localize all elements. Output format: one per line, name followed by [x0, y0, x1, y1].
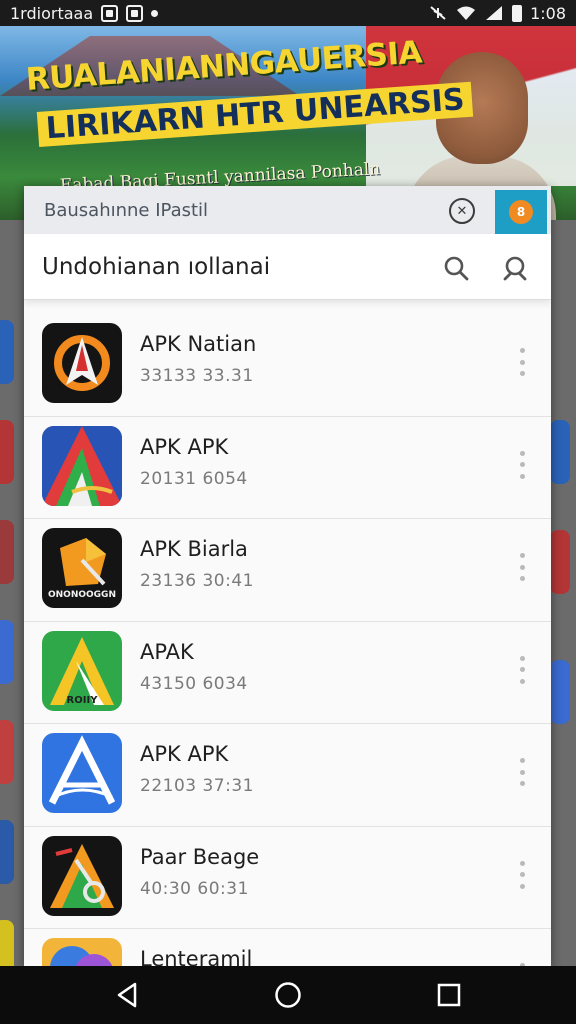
- background-tile: [0, 520, 14, 584]
- wifi-icon: [457, 6, 476, 20]
- app-icon: [42, 323, 122, 403]
- navigation-bar: [0, 966, 576, 1024]
- more-vert-icon[interactable]: [520, 758, 526, 786]
- app-meta: 22103 37:31: [140, 776, 254, 796]
- badge-icon: 8: [509, 200, 533, 224]
- app-meta: 23136 30:41: [140, 571, 254, 591]
- app-meta: 43150 6034: [140, 673, 248, 694]
- list-item[interactable]: Lenteramil: [24, 929, 551, 966]
- signal-icon: [486, 6, 503, 20]
- status-time: 1:08: [530, 3, 566, 23]
- notification-icon: [101, 4, 119, 22]
- app-meta: 40:30 60:31: [140, 878, 249, 899]
- app-list-sheet: Bausahınne IPastil ✕ 8 Undohianan ıollan…: [24, 186, 551, 966]
- list-item[interactable]: Paar Beage 40:30 60:31: [24, 827, 551, 929]
- sheet-top-label: Bausahınne IPastil: [44, 199, 209, 221]
- battery-icon: [512, 4, 523, 22]
- compass-logo-icon: [54, 335, 110, 391]
- app-icon: [42, 835, 122, 916]
- home-circle-icon[interactable]: [273, 980, 303, 1010]
- app-meta: 33133 33.31: [140, 366, 254, 386]
- mute-icon: [430, 6, 446, 20]
- list-item[interactable]: APK APK 22103 37:31: [24, 724, 551, 827]
- a-letter-logo-icon: [48, 735, 116, 805]
- background-tile: [0, 320, 14, 384]
- app-icon: ROIIY: [42, 630, 122, 711]
- app-icon: [42, 425, 122, 506]
- status-app-label: 1rdiortaaa: [10, 3, 94, 23]
- status-left: 1rdiortaaa: [10, 3, 159, 23]
- back-triangle-icon[interactable]: [112, 980, 142, 1010]
- app-meta: 20131 6054: [140, 468, 248, 489]
- list-item[interactable]: ROIIY APAK 43150 6034: [24, 622, 551, 724]
- more-vert-icon[interactable]: [520, 348, 526, 376]
- app-name: APK Biarla: [140, 537, 248, 561]
- recents-square-icon[interactable]: [434, 980, 464, 1010]
- app-name: APK APK: [140, 742, 229, 766]
- app-name: Lenteramil: [140, 947, 253, 966]
- sheet-title: Undohianan ıollanai: [42, 253, 271, 280]
- app-icon: [42, 938, 122, 966]
- app-icon-caption: ROIIY: [66, 694, 98, 706]
- background-tile: [550, 660, 570, 724]
- more-vert-icon[interactable]: [520, 860, 526, 889]
- sheet-header: Undohianan ıollanai: [24, 234, 551, 300]
- app-icon-caption: ONONOOGGN: [48, 590, 116, 600]
- status-right: 1:08: [428, 4, 566, 23]
- magnifier-icon[interactable]: [501, 254, 529, 282]
- app-name: APK Natian: [140, 332, 257, 356]
- status-bar: 1rdiortaaa 1:08: [0, 0, 576, 26]
- sheet-top-bar: Bausahınne IPastil ✕ 8: [24, 186, 551, 234]
- more-vert-icon[interactable]: [520, 655, 526, 684]
- app-icon: [42, 733, 122, 813]
- shield-icon[interactable]: ✕: [449, 198, 475, 224]
- blob-logo-icon: [50, 946, 113, 966]
- app-name: APAK: [140, 639, 194, 664]
- list-item[interactable]: APK Natian 33133 33.31: [24, 314, 551, 417]
- notification-dot-icon: [151, 9, 159, 17]
- search-icon[interactable]: [442, 254, 470, 282]
- background-tile: [0, 620, 14, 684]
- more-vert-icon[interactable]: [520, 450, 526, 479]
- notification-badge-button[interactable]: 8: [495, 190, 547, 234]
- background-tile: [550, 420, 570, 484]
- background-tile: [550, 530, 570, 594]
- triangle-logo-icon: [42, 425, 122, 506]
- app-list: APK Natian 33133 33.31 APK APK 20131 605…: [24, 314, 551, 966]
- tools-logo-icon: [50, 843, 114, 908]
- background-tile: [0, 420, 14, 484]
- list-item[interactable]: ONONOOGGN APK Biarla 23136 30:41: [24, 519, 551, 622]
- list-item[interactable]: APK APK 20131 6054: [24, 417, 551, 519]
- background-tile: [0, 720, 14, 784]
- background-tile: [0, 820, 14, 884]
- more-vert-icon[interactable]: [520, 553, 526, 581]
- app-name: Paar Beage: [140, 844, 260, 869]
- notification-icon-2: [126, 4, 144, 22]
- app-name: APK APK: [140, 434, 229, 459]
- app-icon: ONONOOGGN: [42, 528, 122, 608]
